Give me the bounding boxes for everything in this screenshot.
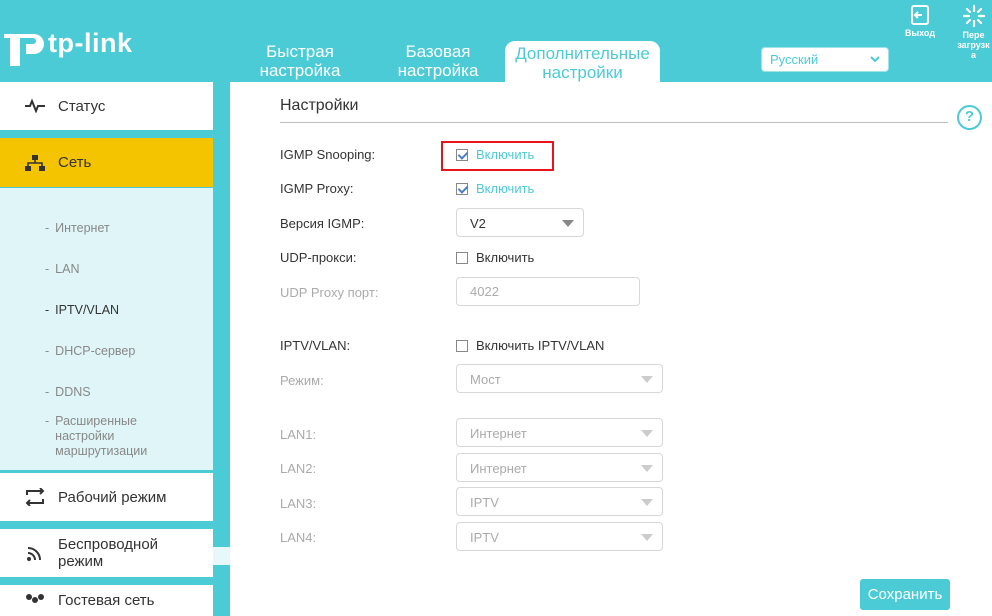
highlight-box — [441, 141, 554, 171]
sidebar: Статус Сеть - Интернет - LAN - IPTV/VLAN -D… — [0, 82, 230, 616]
reboot-label-line3: а — [970, 50, 976, 60]
logout-icon — [911, 5, 929, 25]
language-select[interactable]: Русский — [761, 47, 889, 72]
reboot-icon — [962, 4, 985, 28]
lan3-label: LAN3: — [280, 496, 317, 511]
submenu-item-iptv-vlan[interactable]: - IPTV/VLAN — [45, 303, 119, 318]
tab-advanced[interactable]: Дополнительные настройки — [505, 41, 660, 82]
pulse-icon — [15, 99, 55, 113]
network-submenu: - Интернет - LAN - IPTV/VLAN - DHCP-сервер -… — [0, 188, 213, 470]
mode-select[interactable]: Мост — [456, 364, 663, 393]
switch-arrows-icon — [15, 488, 55, 506]
sidebar-item-label: Сеть — [58, 154, 92, 171]
lan1-select[interactable]: Интернет — [456, 418, 663, 447]
section-title: Настройки — [280, 97, 359, 114]
submenu-item-advanced-routing[interactable]: - Расширенные настройки маршрутизации — [45, 414, 147, 459]
udp-proxy-port-input[interactable] — [456, 277, 640, 306]
lan2-select[interactable]: Интернет — [456, 453, 663, 482]
language-value: Русский — [770, 52, 819, 67]
iptv-vlan-checkbox[interactable]: Включить IPTV/VLAN — [456, 338, 604, 353]
igmp-snooping-label: IGMP Snooping: — [280, 147, 376, 162]
tab-quick-setup[interactable]: Быстрая настройка — [250, 42, 350, 80]
udp-proxy-label: UDP-прокси: — [280, 250, 357, 265]
sidebar-item-label: Беспроводной режим — [58, 536, 159, 570]
dropdown-arrow-icon — [641, 534, 653, 541]
dropdown-arrow-icon — [562, 220, 574, 227]
udp-proxy-port-label: UDP Proxy порт: — [280, 285, 379, 300]
tab-advanced-line1: Дополнительные — [515, 44, 650, 63]
dropdown-arrow-icon — [641, 376, 653, 383]
checkbox-unchecked-icon — [456, 339, 468, 352]
mode-label: Режим: — [280, 373, 324, 388]
chevron-down-icon — [870, 56, 880, 63]
help-icon[interactable]: ? — [957, 105, 982, 130]
sidebar-item-label: Гостевая сеть — [58, 592, 155, 609]
sidebar-scrollbar[interactable] — [213, 547, 230, 565]
tab-advanced-line2: настройки — [542, 63, 623, 82]
dropdown-arrow-icon — [641, 430, 653, 437]
tp-link-logo-icon — [4, 34, 44, 66]
submenu-item-dhcp[interactable]: - DHCP-сервер — [45, 344, 135, 359]
lan4-select[interactable]: IPTV — [456, 522, 663, 551]
sidebar-item-status[interactable]: Статус — [0, 82, 213, 130]
checkbox-unchecked-icon — [456, 251, 468, 264]
sidebar-item-label: Статус — [58, 97, 106, 115]
reboot-label-line1: Пере — [962, 30, 985, 40]
lan4-label: LAN4: — [280, 530, 317, 545]
lan1-label: LAN1: — [280, 427, 317, 442]
tab-basic[interactable]: Базовая настройка — [388, 42, 488, 80]
igmp-version-label: Версия IGMP: — [280, 216, 365, 231]
sidebar-item-wireless[interactable]: Беспроводной режим — [0, 529, 213, 577]
submenu-item-internet[interactable]: - Интернет — [45, 221, 110, 236]
logo-text: tp-link — [48, 27, 133, 58]
sidebar-item-guest[interactable]: Гостевая сеть — [0, 585, 213, 616]
sidebar-item-operation-mode[interactable]: Рабочий режим — [0, 473, 213, 521]
guest-users-icon — [15, 593, 55, 609]
igmp-version-select[interactable]: V2 — [456, 208, 584, 237]
tp-link-logo[interactable]: tp-link — [0, 18, 133, 68]
submenu-item-ddns[interactable]: - DDNS — [45, 385, 91, 400]
save-button[interactable]: Сохранить — [860, 579, 950, 610]
reboot-label-line2: загрузк — [957, 40, 990, 50]
sidebar-item-label: Рабочий режим — [58, 488, 167, 506]
sidebar-item-network[interactable]: Сеть — [0, 138, 213, 187]
section-divider — [280, 122, 948, 123]
lan3-select[interactable]: IPTV — [456, 487, 663, 516]
dropdown-arrow-icon — [641, 465, 653, 472]
tab-quick-setup-line2: настройка — [259, 61, 341, 80]
igmp-proxy-checkbox[interactable]: Включить — [456, 181, 534, 196]
dropdown-arrow-icon — [641, 499, 653, 506]
tab-basic-line1: Базовая — [405, 42, 471, 61]
checkbox-checked-icon — [456, 182, 468, 195]
wireless-icon — [15, 544, 55, 562]
reboot-button[interactable]: Пере загрузк а — [955, 4, 992, 60]
lan2-label: LAN2: — [280, 461, 317, 476]
network-icon — [15, 154, 55, 171]
igmp-proxy-label: IGMP Proxy: — [280, 181, 354, 196]
tab-basic-line2: настройка — [397, 61, 479, 80]
iptv-vlan-label: IPTV/VLAN: — [280, 338, 351, 353]
logout-label: Выход — [904, 28, 936, 38]
udp-proxy-checkbox[interactable]: Включить — [456, 250, 534, 265]
top-header: tp-link Быстрая настройка Базовая настро… — [0, 0, 992, 82]
logout-button[interactable]: Выход — [900, 4, 940, 38]
submenu-item-lan[interactable]: - LAN — [45, 262, 80, 277]
main-panel: Настройки ? IGMP Snooping: Включить IGMP… — [230, 82, 992, 616]
tab-quick-setup-line1: Быстрая — [266, 42, 334, 61]
